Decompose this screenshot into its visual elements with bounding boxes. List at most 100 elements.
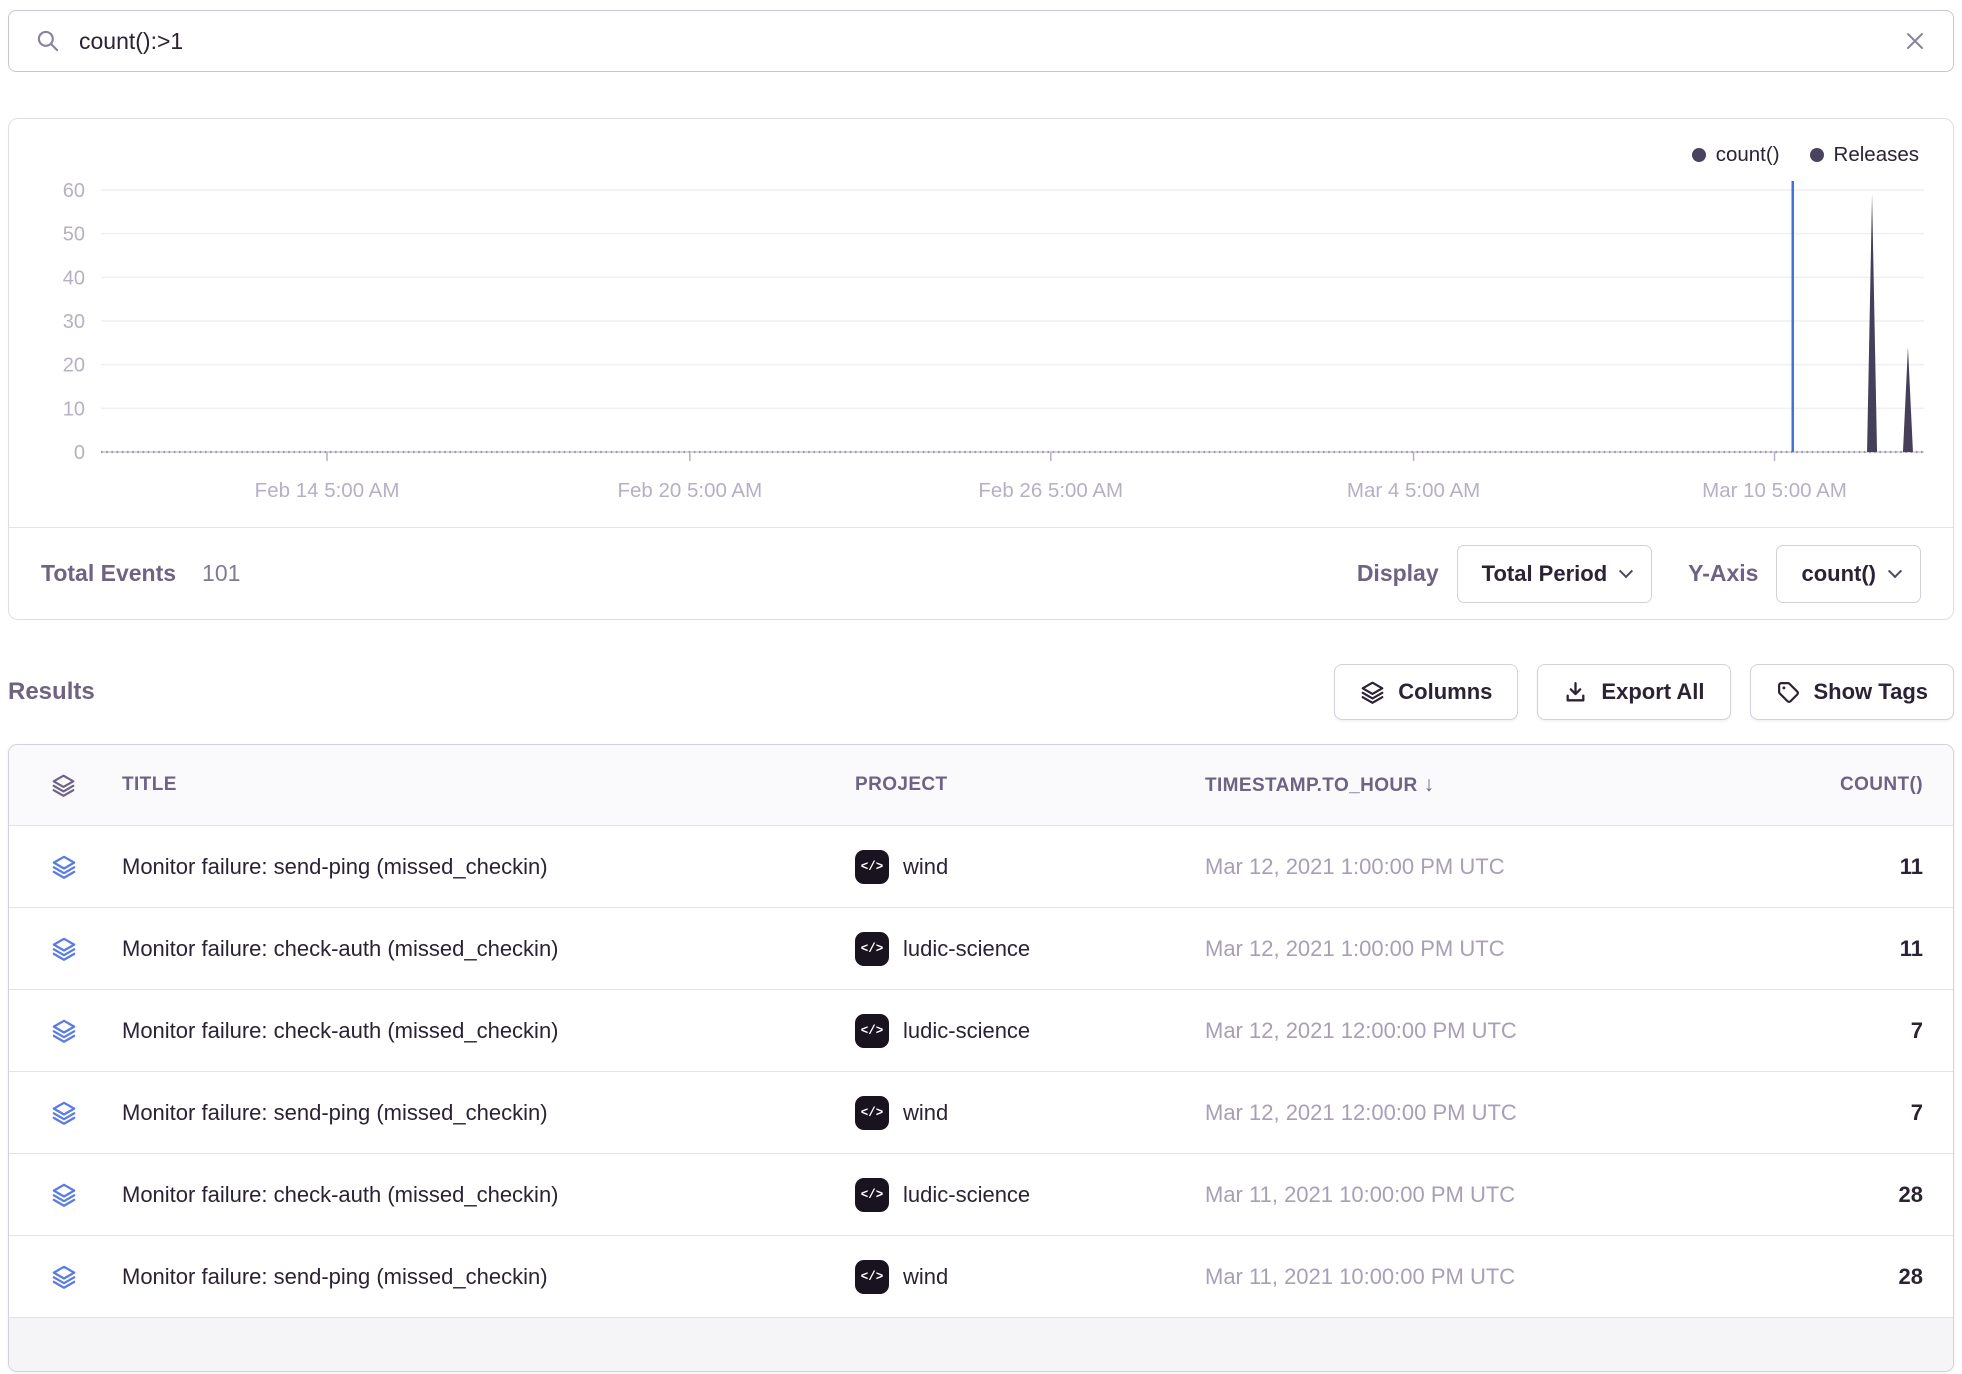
- svg-text:Mar 10 5:00 AM: Mar 10 5:00 AM: [1702, 479, 1847, 502]
- legend-dot-icon: [1810, 148, 1824, 162]
- chart-legend: count() Releases: [1692, 143, 1919, 167]
- chart-footer: Total Events 101 Display Total Period Y-…: [9, 527, 1953, 619]
- stack-icon: [51, 1264, 77, 1290]
- chevron-down-icon: [1888, 564, 1902, 578]
- layers-icon: [1360, 680, 1385, 705]
- svg-text:60: 60: [63, 180, 85, 202]
- search-input[interactable]: [79, 28, 1903, 55]
- svg-text:30: 30: [63, 311, 85, 333]
- yaxis-dropdown-value: count(): [1801, 561, 1876, 587]
- stack-icon: [51, 854, 77, 880]
- project-platform-icon: </>: [855, 932, 889, 966]
- svg-text:40: 40: [63, 267, 85, 289]
- project-cell[interactable]: </> ludic-science: [855, 1014, 1205, 1048]
- table-row[interactable]: Monitor failure: check-auth (missed_chec…: [9, 1153, 1953, 1235]
- project-platform-icon: </>: [855, 1014, 889, 1048]
- project-cell[interactable]: </> ludic-science: [855, 932, 1205, 966]
- legend-item-count[interactable]: count(): [1692, 143, 1780, 167]
- display-dropdown[interactable]: Total Period: [1457, 545, 1653, 603]
- project-platform-icon: </>: [855, 1096, 889, 1130]
- event-title[interactable]: Monitor failure: check-auth (missed_chec…: [99, 1182, 855, 1208]
- search-bar[interactable]: [8, 10, 1954, 72]
- display-label: Display: [1357, 560, 1439, 587]
- project-name: wind: [903, 854, 948, 880]
- svg-text:Mar 4 5:00 AM: Mar 4 5:00 AM: [1347, 479, 1480, 502]
- timestamp-cell: Mar 12, 2021 12:00:00 PM UTC: [1205, 1100, 1665, 1126]
- chevron-down-icon: [1619, 564, 1633, 578]
- project-platform-icon: </>: [855, 1178, 889, 1212]
- event-title[interactable]: Monitor failure: check-auth (missed_chec…: [99, 936, 855, 962]
- legend-item-releases[interactable]: Releases: [1810, 143, 1919, 167]
- event-title[interactable]: Monitor failure: send-ping (missed_check…: [99, 1100, 855, 1126]
- project-name: ludic-science: [903, 1018, 1030, 1044]
- header-icon-cell[interactable]: [9, 773, 99, 798]
- project-cell[interactable]: </> wind: [855, 1260, 1205, 1294]
- results-table: TITLE PROJECT TIMESTAMP.TO_HOUR↓ COUNT()…: [8, 744, 1954, 1372]
- table-header-row: TITLE PROJECT TIMESTAMP.TO_HOUR↓ COUNT(): [9, 745, 1953, 825]
- export-all-button[interactable]: Export All: [1537, 664, 1730, 720]
- stack-icon: [51, 1182, 77, 1208]
- yaxis-dropdown[interactable]: count(): [1776, 545, 1921, 603]
- project-name: ludic-science: [903, 1182, 1030, 1208]
- chart-canvas: 0102030405060Feb 14 5:00 AMFeb 20 5:00 A…: [9, 119, 1952, 527]
- svg-text:Feb 20 5:00 AM: Feb 20 5:00 AM: [617, 479, 762, 502]
- stack-icon: [51, 773, 76, 798]
- yaxis-label: Y-Axis: [1688, 560, 1758, 587]
- column-header-count[interactable]: COUNT(): [1665, 774, 1953, 796]
- table-row[interactable]: Monitor failure: send-ping (missed_check…: [9, 1235, 1953, 1317]
- table-row[interactable]: Monitor failure: check-auth (missed_chec…: [9, 989, 1953, 1071]
- columns-button[interactable]: Columns: [1334, 664, 1518, 720]
- project-cell[interactable]: </> wind: [855, 850, 1205, 884]
- results-header: Results Columns Export All Show Tags: [8, 664, 1954, 720]
- svg-text:10: 10: [63, 398, 85, 420]
- event-title[interactable]: Monitor failure: check-auth (missed_chec…: [99, 1018, 855, 1044]
- discover-page: 0102030405060Feb 14 5:00 AMFeb 20 5:00 A…: [0, 0, 1962, 1372]
- project-cell[interactable]: </> ludic-science: [855, 1178, 1205, 1212]
- svg-text:0: 0: [74, 442, 85, 464]
- export-all-button-label: Export All: [1601, 679, 1704, 705]
- tag-icon: [1776, 680, 1801, 705]
- project-platform-icon: </>: [855, 850, 889, 884]
- stack-icon: [51, 1100, 77, 1126]
- column-header-title[interactable]: TITLE: [99, 774, 855, 796]
- timestamp-cell: Mar 12, 2021 1:00:00 PM UTC: [1205, 854, 1665, 880]
- stack-icon: [51, 936, 77, 962]
- results-title: Results: [8, 678, 95, 706]
- table-row[interactable]: Monitor failure: send-ping (missed_check…: [9, 1071, 1953, 1153]
- timestamp-cell: Mar 11, 2021 10:00:00 PM UTC: [1205, 1264, 1665, 1290]
- event-title[interactable]: Monitor failure: send-ping (missed_check…: [99, 854, 855, 880]
- clear-search-icon[interactable]: [1903, 29, 1927, 53]
- timestamp-cell: Mar 11, 2021 10:00:00 PM UTC: [1205, 1182, 1665, 1208]
- show-tags-button[interactable]: Show Tags: [1750, 664, 1955, 720]
- count-cell: 28: [1665, 1264, 1953, 1290]
- project-platform-icon: </>: [855, 1260, 889, 1294]
- project-name: wind: [903, 1100, 948, 1126]
- svg-text:Feb 26 5:00 AM: Feb 26 5:00 AM: [978, 479, 1123, 502]
- download-icon: [1563, 680, 1588, 705]
- count-cell: 11: [1665, 854, 1953, 880]
- table-row[interactable]: Monitor failure: send-ping (missed_check…: [9, 825, 1953, 907]
- count-cell: 28: [1665, 1182, 1953, 1208]
- svg-text:Feb 14 5:00 AM: Feb 14 5:00 AM: [255, 479, 400, 502]
- svg-text:20: 20: [63, 355, 85, 377]
- columns-button-label: Columns: [1398, 679, 1492, 705]
- project-name: wind: [903, 1264, 948, 1290]
- column-header-project[interactable]: PROJECT: [855, 774, 1205, 796]
- timestamp-cell: Mar 12, 2021 1:00:00 PM UTC: [1205, 936, 1665, 962]
- total-events-value: 101: [202, 560, 240, 587]
- table-row[interactable]: Monitor failure: check-auth (missed_chec…: [9, 907, 1953, 989]
- event-title[interactable]: Monitor failure: send-ping (missed_check…: [99, 1264, 855, 1290]
- project-cell[interactable]: </> wind: [855, 1096, 1205, 1130]
- show-tags-button-label: Show Tags: [1814, 679, 1929, 705]
- timestamp-cell: Mar 12, 2021 12:00:00 PM UTC: [1205, 1018, 1665, 1044]
- events-chart[interactable]: 0102030405060Feb 14 5:00 AMFeb 20 5:00 A…: [9, 119, 1953, 527]
- project-name: ludic-science: [903, 936, 1030, 962]
- events-chart-panel: 0102030405060Feb 14 5:00 AMFeb 20 5:00 A…: [8, 118, 1954, 620]
- table-footer: [9, 1317, 1953, 1371]
- search-icon: [35, 28, 61, 54]
- count-cell: 7: [1665, 1018, 1953, 1044]
- legend-dot-icon: [1692, 148, 1706, 162]
- column-header-timestamp[interactable]: TIMESTAMP.TO_HOUR↓: [1205, 773, 1665, 797]
- legend-label: count(): [1716, 143, 1780, 167]
- total-events-label: Total Events: [41, 560, 176, 587]
